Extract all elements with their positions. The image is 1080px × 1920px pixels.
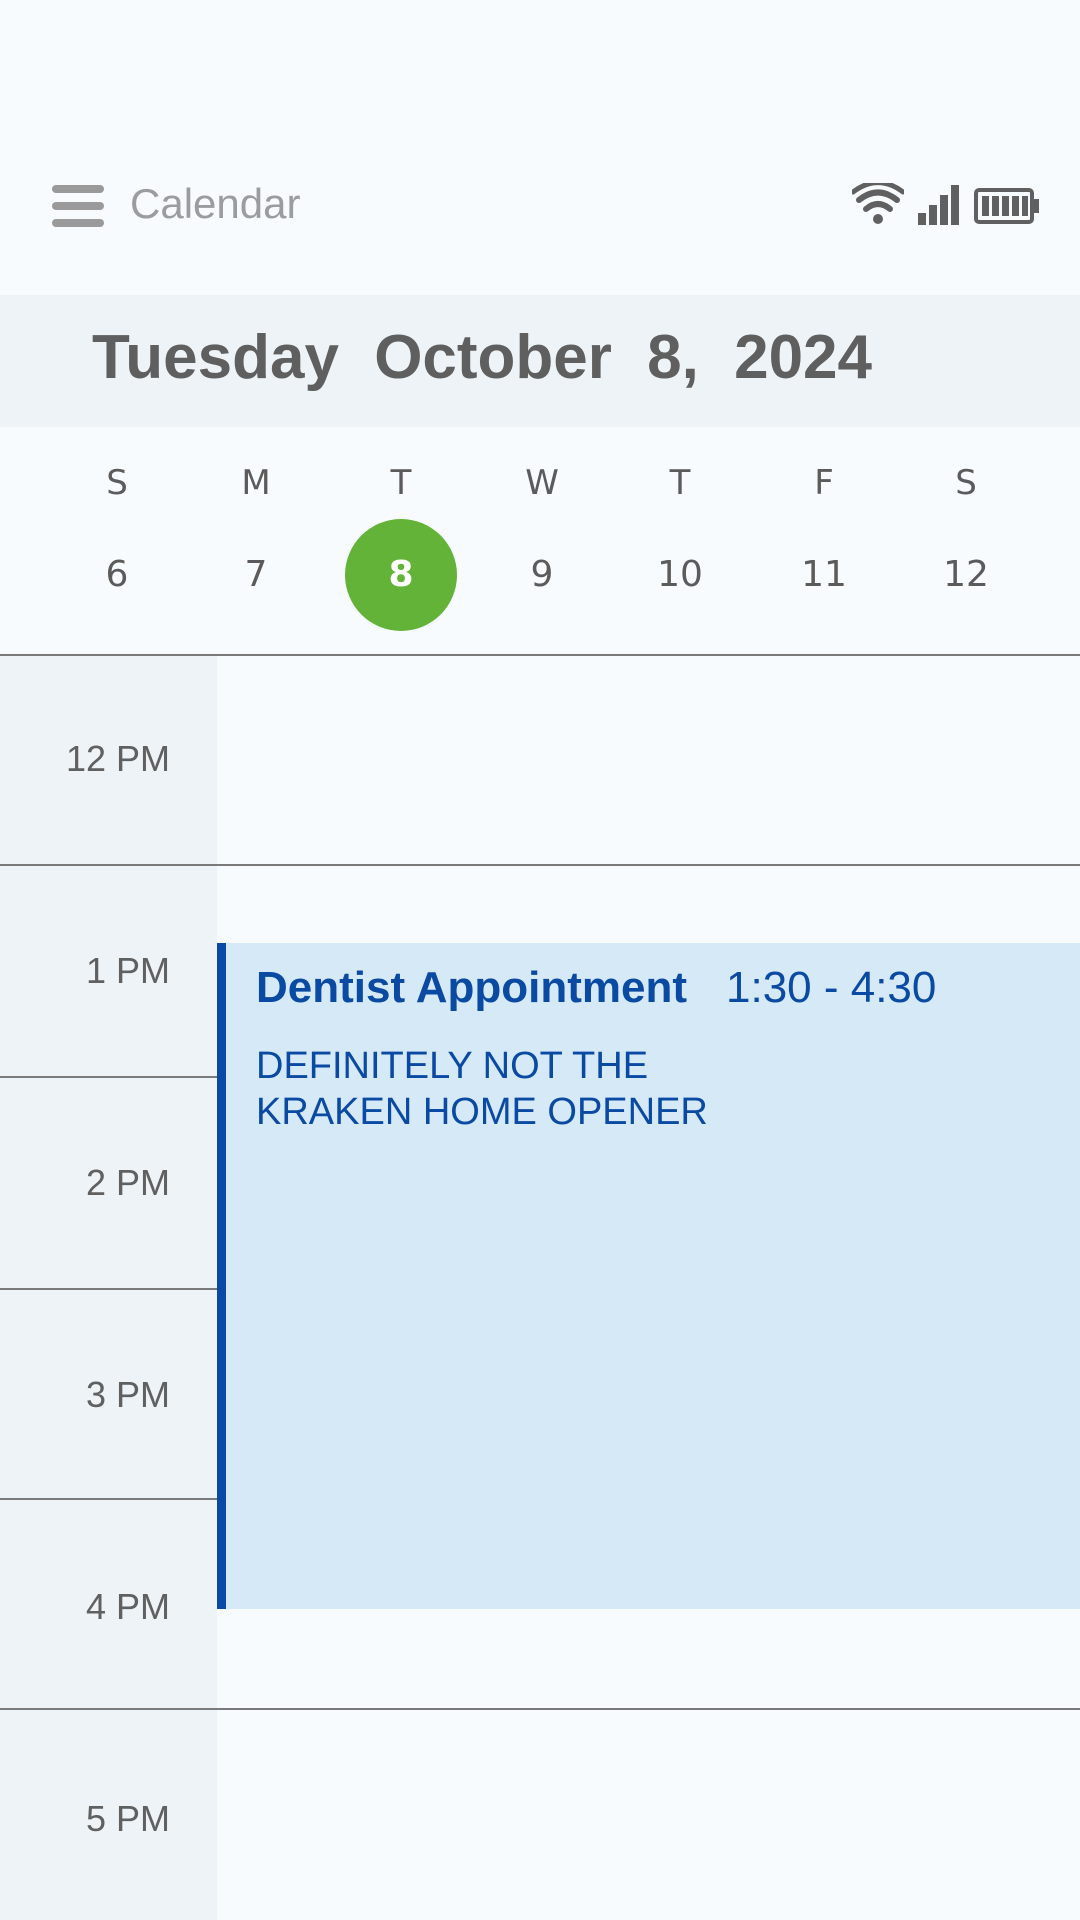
date-number[interactable]: 7 bbox=[200, 519, 312, 631]
hour-divider bbox=[0, 864, 1080, 866]
cellular-signal-icon bbox=[918, 185, 959, 225]
app-header: Calendar bbox=[0, 0, 1080, 295]
day-of-week-label: S bbox=[955, 463, 977, 503]
wifi-icon bbox=[852, 183, 904, 224]
hour-label: 4 PM bbox=[85, 1586, 170, 1627]
current-date-title: Tuesday October 8, 2024 bbox=[92, 322, 872, 393]
hour-divider bbox=[0, 1708, 1080, 1710]
date-number[interactable]: 9 bbox=[486, 519, 598, 631]
hour-label: 1 PM bbox=[85, 950, 170, 991]
day-timeline[interactable]: 12 PM 1 PM 2 PM 3 PM 4 PM 5 PM Dentist A… bbox=[0, 656, 1080, 1920]
date-number[interactable]: 10 bbox=[624, 519, 736, 631]
menu-icon[interactable] bbox=[52, 185, 106, 227]
day-column-monday: M 7 bbox=[186, 427, 326, 654]
day-column-wednesday: W 9 bbox=[472, 427, 612, 654]
day-column-thursday: T 10 bbox=[610, 427, 750, 654]
day-of-week-label: T bbox=[390, 463, 412, 503]
date-year: 2024 bbox=[734, 323, 873, 392]
event-description: DEFINITELY NOT THE KRAKEN HOME OPENER bbox=[256, 1043, 776, 1135]
event-block[interactable]: Dentist Appointment 1:30 - 4:30 DEFINITE… bbox=[217, 943, 1080, 1609]
day-of-week-label: F bbox=[814, 463, 834, 503]
event-description-line: DEFINITELY NOT THE bbox=[256, 1045, 649, 1087]
date-month: October bbox=[374, 323, 612, 392]
date-number[interactable]: 6 bbox=[61, 519, 173, 631]
hour-label: 3 PM bbox=[85, 1374, 170, 1415]
hour-label: 5 PM bbox=[85, 1798, 170, 1839]
event-title: Dentist Appointment bbox=[256, 963, 687, 1012]
day-column-saturday: S 12 bbox=[896, 427, 1036, 654]
day-column-sunday: S 6 bbox=[47, 427, 187, 654]
event-time: 1:30 - 4:30 bbox=[726, 963, 937, 1012]
battery-icon bbox=[974, 188, 1039, 224]
day-column-tuesday: T 8 bbox=[331, 427, 471, 654]
hour-divider bbox=[0, 1498, 217, 1500]
date-number[interactable]: 11 bbox=[768, 519, 880, 631]
hour-divider bbox=[0, 1076, 217, 1078]
date-day: 8, bbox=[647, 323, 699, 392]
day-column-friday: F 11 bbox=[754, 427, 894, 654]
hour-label: 2 PM bbox=[85, 1162, 170, 1203]
app-title: Calendar bbox=[130, 180, 301, 227]
status-bar bbox=[852, 175, 1040, 225]
day-of-week-label: M bbox=[241, 463, 271, 503]
day-of-week-label: S bbox=[106, 463, 128, 503]
day-of-week-label: W bbox=[525, 463, 559, 503]
event-description-line: KRAKEN HOME OPENER bbox=[256, 1091, 708, 1133]
day-of-week-label: T bbox=[669, 463, 691, 503]
date-number[interactable]: 12 bbox=[910, 519, 1022, 631]
date-weekday: Tuesday bbox=[92, 323, 339, 392]
selected-date-number[interactable]: 8 bbox=[345, 519, 457, 631]
hour-divider bbox=[0, 1288, 217, 1290]
hour-label: 12 PM bbox=[65, 738, 170, 779]
week-strip: S 6 M 7 T 8 W 9 T 10 F 11 S 12 bbox=[0, 427, 1080, 654]
